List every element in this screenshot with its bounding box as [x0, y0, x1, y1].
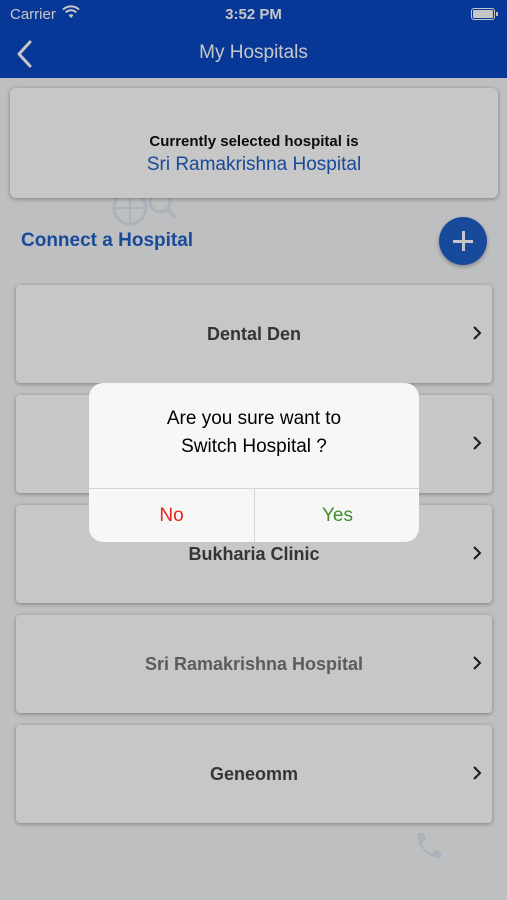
no-button[interactable]: No: [89, 489, 254, 542]
alert-message: Are you sure want to Switch Hospital ?: [89, 405, 419, 461]
alert-message-line1: Are you sure want to: [166, 408, 342, 429]
switch-hospital-alert: Are you sure want to Switch Hospital ? N…: [89, 383, 419, 542]
alert-message-line2: Switch Hospital ?: [181, 436, 327, 457]
yes-button[interactable]: Yes: [255, 489, 419, 542]
